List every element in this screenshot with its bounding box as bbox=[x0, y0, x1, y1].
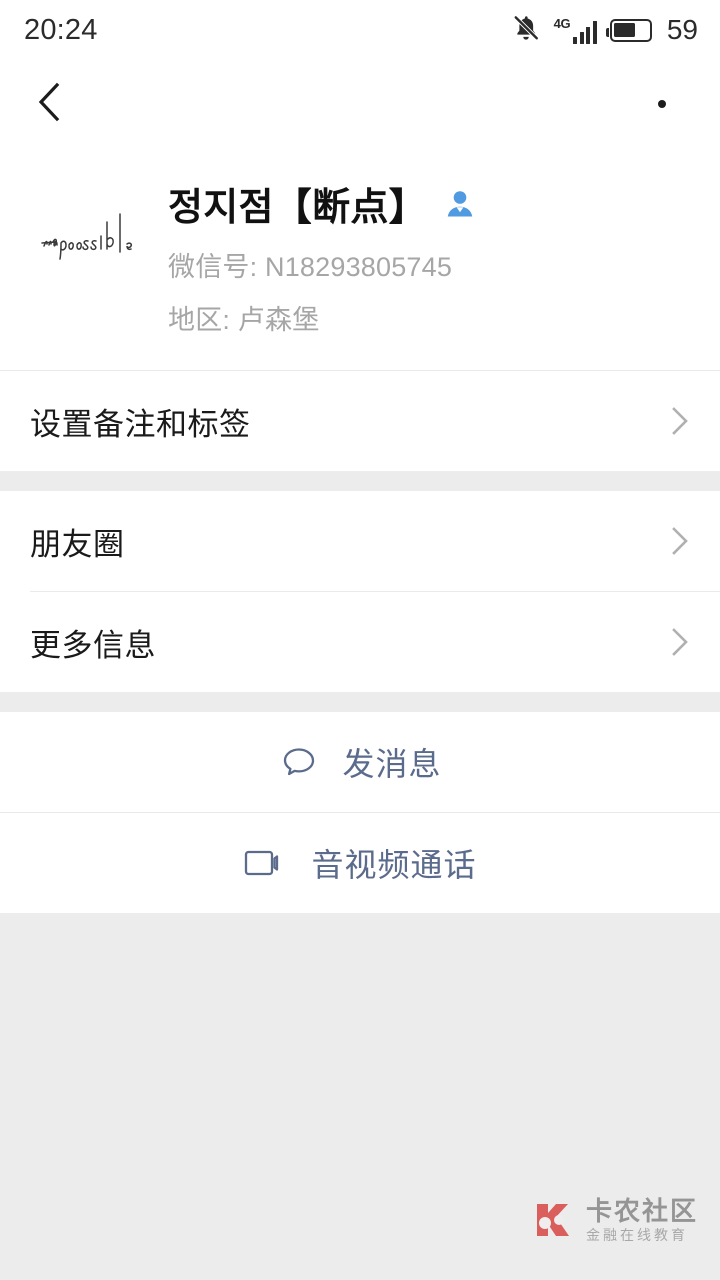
network-type-label: 4G bbox=[553, 15, 571, 31]
page-filler: 卡农社区 金融在线教育 bbox=[0, 913, 720, 1280]
profile-header: 정지점【断点】 微信号: N18293805745 地区: 卢森堡 bbox=[0, 148, 720, 370]
video-call-button[interactable]: 音视频通话 bbox=[0, 813, 720, 913]
chevron-left-icon bbox=[32, 80, 66, 129]
wechat-id: 微信号: N18293805745 bbox=[168, 252, 453, 282]
region: 地区: 卢森堡 bbox=[168, 305, 320, 335]
section-remark: 设置备注和标签 bbox=[0, 371, 720, 471]
signal-bars-icon bbox=[573, 20, 597, 44]
section-gap-1 bbox=[0, 471, 720, 491]
video-camera-icon bbox=[243, 846, 289, 880]
more-options-icon bbox=[658, 100, 666, 108]
action-label: 音视频通话 bbox=[311, 847, 477, 883]
watermark: 卡农社区 金融在线教育 bbox=[532, 1198, 698, 1242]
avatar-impossible-handwriting-icon bbox=[30, 188, 142, 300]
send-message-button[interactable]: 发消息 bbox=[0, 712, 720, 812]
profile-info: 정지점【断点】 微信号: N18293805745 地区: 卢森堡 bbox=[168, 174, 690, 370]
row-set-remark-tags[interactable]: 设置备注和标签 bbox=[0, 371, 720, 471]
section-gap-2 bbox=[0, 692, 720, 712]
row-moments[interactable]: 朋友圈 bbox=[0, 491, 720, 591]
watermark-text: 卡农社区 金融在线教育 bbox=[586, 1198, 698, 1242]
row-more-info[interactable]: 更多信息 bbox=[0, 592, 720, 692]
section-moments-info: 朋友圈 更多信息 bbox=[0, 491, 720, 692]
page-title: 정지점【断点】 bbox=[168, 187, 427, 229]
action-label: 发消息 bbox=[342, 746, 442, 782]
status-indicators: 4G 59 bbox=[511, 13, 698, 48]
back-button[interactable] bbox=[26, 81, 72, 127]
male-person-icon bbox=[443, 187, 477, 221]
chat-bubble-icon bbox=[278, 741, 320, 783]
avatar[interactable] bbox=[30, 188, 142, 300]
row-label: 朋友圈 bbox=[30, 526, 125, 562]
chevron-right-icon bbox=[670, 525, 690, 557]
row-label: 设置备注和标签 bbox=[30, 406, 251, 442]
navigation-bar bbox=[0, 60, 720, 148]
chevron-right-icon bbox=[670, 405, 690, 437]
more-options-button[interactable] bbox=[632, 81, 692, 127]
status-bar: 20:24 4G 59 bbox=[0, 0, 720, 60]
name-row: 정지점【断点】 bbox=[168, 176, 690, 231]
watermark-title: 卡农社区 bbox=[585, 1196, 698, 1226]
kanong-logo-icon bbox=[532, 1198, 576, 1242]
battery-percent-label: 59 bbox=[666, 14, 698, 45]
contact-profile-screen: 20:24 4G 59 정지점【断点】 微信号: N18293805745 地区… bbox=[0, 0, 720, 1280]
mute-bell-icon bbox=[511, 13, 541, 48]
status-time: 20:24 bbox=[24, 13, 98, 46]
battery-icon bbox=[605, 18, 652, 42]
watermark-subtitle: 金融在线教育 bbox=[585, 1227, 688, 1243]
signal-4g-icon: 4G bbox=[554, 17, 597, 44]
chevron-right-icon bbox=[670, 626, 690, 658]
row-label: 更多信息 bbox=[30, 627, 156, 663]
